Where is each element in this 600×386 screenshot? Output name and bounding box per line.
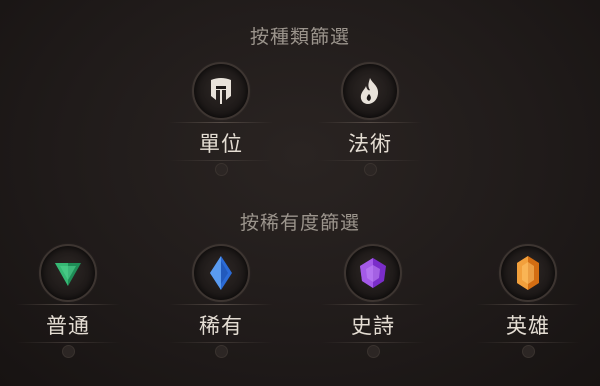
filter-rarity-rare-button[interactable]: 稀有 [161, 244, 281, 358]
rare-icon-ring [192, 244, 250, 302]
epic-divider [321, 304, 425, 305]
epic-selection-dot [367, 345, 380, 358]
blue-gem-icon [210, 256, 232, 290]
legendary-divider-bottom [476, 342, 580, 343]
filter-rarity-legendary-label: 英雄 [506, 314, 550, 338]
unit-icon-ring [192, 62, 250, 120]
purple-gem-icon [360, 258, 386, 288]
unit-selection-dot [215, 163, 228, 176]
filter-rarity-epic-label: 史詩 [351, 314, 395, 338]
rare-divider [169, 304, 273, 305]
spell-selection-dot [364, 163, 377, 176]
filter-rarity-epic-button[interactable]: 史詩 [313, 244, 433, 358]
epic-icon-ring [344, 244, 402, 302]
flame-icon [360, 78, 379, 104]
common-icon-ring [39, 244, 97, 302]
epic-divider-bottom [321, 342, 425, 343]
common-divider [16, 304, 120, 305]
spell-divider-bottom [318, 160, 422, 161]
rare-selection-dot [215, 345, 228, 358]
spell-divider [318, 122, 422, 123]
filter-rarity-rare-label: 稀有 [199, 314, 243, 338]
filter-rarity-legendary-button[interactable]: 英雄 [468, 244, 588, 358]
filter-type-spell-button[interactable]: 法術 [310, 62, 430, 176]
unit-divider [169, 122, 273, 123]
spell-icon-ring [341, 62, 399, 120]
helmet-icon [211, 78, 231, 104]
unit-divider-bottom [169, 160, 273, 161]
legendary-divider [476, 304, 580, 305]
filter-type-unit-button[interactable]: 單位 [161, 62, 281, 176]
filter-rarity-common-label: 普通 [46, 314, 90, 338]
legendary-selection-dot [522, 345, 535, 358]
rare-divider-bottom [169, 342, 273, 343]
filter-rarity-common-button[interactable]: 普通 [8, 244, 128, 358]
rarity-filter-title: 按稀有度篩選 [239, 212, 360, 234]
common-divider-bottom [16, 342, 120, 343]
filter-type-spell-label: 法術 [348, 132, 392, 156]
legendary-icon-ring [499, 244, 557, 302]
type-filter-title: 按種類篩選 [249, 26, 350, 48]
green-gem-icon [55, 263, 81, 286]
filter-type-unit-label: 單位 [199, 132, 243, 156]
orange-gem-icon [517, 256, 539, 290]
common-selection-dot [62, 345, 75, 358]
